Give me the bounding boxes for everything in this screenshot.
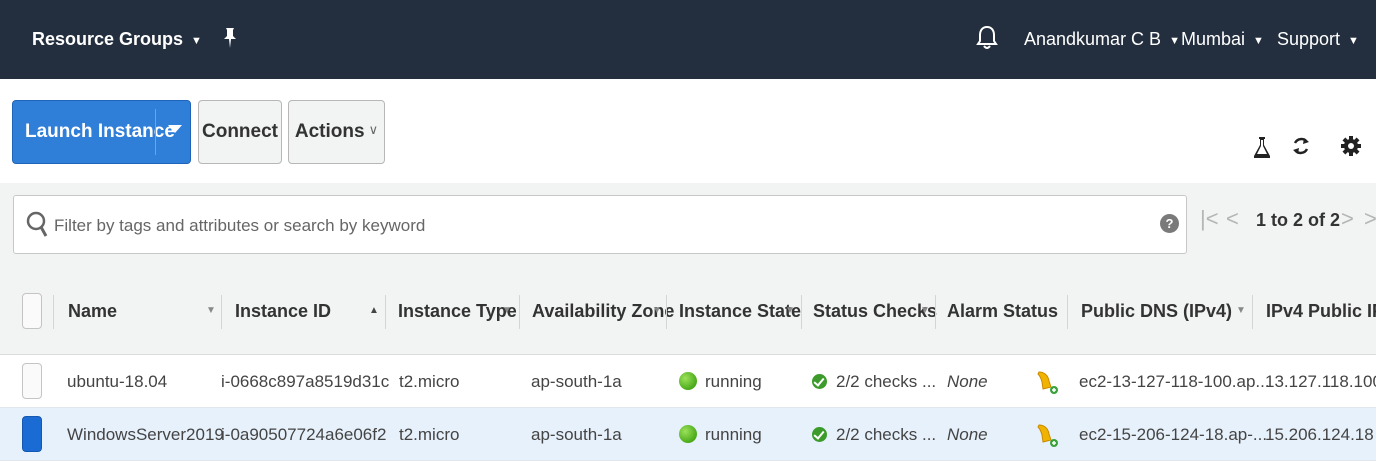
next-page-icon[interactable]: > [1341, 206, 1354, 232]
status-checks[interactable]: 2/2 checks ... [836, 408, 936, 461]
connect-button[interactable]: Connect [198, 100, 282, 164]
select-all-checkbox[interactable] [22, 293, 42, 329]
sort-icon[interactable]: ▼ [502, 267, 512, 355]
chevron-down-icon: ▼ [1169, 35, 1180, 47]
search-icon [26, 211, 48, 237]
instance-type: t2.micro [399, 372, 460, 391]
actions-button[interactable]: Actions ∨ [288, 100, 385, 164]
column-header-alarm-status[interactable]: Alarm Status [947, 267, 1058, 355]
flask-icon[interactable] [1252, 135, 1274, 159]
column-header-instance-id[interactable]: Instance ID [235, 267, 331, 355]
alarm-status: None [947, 425, 988, 444]
bell-icon[interactable] [976, 0, 998, 79]
column-header-ipv4-public-ip[interactable]: IPv4 Public IP [1266, 267, 1376, 355]
instances-table: Name ▼ Instance ID ▲ Instance Type ▼ Ava… [0, 267, 1376, 461]
instance-id: i-0a90507724a6e06f2 [221, 425, 387, 444]
column-header-status-checks[interactable]: Status Checks [813, 267, 937, 355]
alarm-status: None [947, 372, 988, 391]
column-header-instance-type[interactable]: Instance Type [398, 267, 517, 355]
table-row-selected[interactable]: WindowsServer2019 i-0a90507724a6e06f2 t2… [0, 408, 1376, 461]
support-label: Support [1277, 29, 1341, 49]
public-ip: 13.127.118.100 [1265, 372, 1376, 391]
chevron-down-icon: ▼ [191, 35, 202, 47]
column-header-instance-state[interactable]: Instance State [679, 267, 801, 355]
column-header-public-dns[interactable]: Public DNS (IPv4) [1081, 267, 1232, 355]
gear-icon[interactable] [1340, 135, 1362, 159]
sort-icon[interactable]: ▼ [920, 267, 930, 355]
check-icon [812, 427, 827, 442]
pin-icon[interactable] [222, 0, 238, 79]
instance-type: t2.micro [399, 425, 460, 444]
row-checkbox[interactable] [22, 363, 42, 399]
instance-state: running [705, 425, 762, 444]
user-name: Anandkumar C B [1024, 29, 1162, 49]
sort-icon[interactable]: ▼ [785, 267, 795, 355]
public-dns: ec2-13-127-118-100.ap... [1079, 372, 1270, 391]
availability-zone: ap-south-1a [531, 425, 622, 444]
table-row[interactable]: ubuntu-18.04 i-0668c897a8519d31c t2.micr… [0, 355, 1376, 408]
resource-groups-label: Resource Groups [32, 29, 184, 49]
region-name: Mumbai [1181, 29, 1246, 49]
help-icon[interactable]: ? [1160, 214, 1179, 233]
public-ip: 15.206.124.18 [1265, 425, 1374, 444]
sort-icon[interactable]: ▼ [652, 267, 662, 355]
alarm-bell-icon[interactable] [1036, 422, 1060, 448]
launch-instance-label: Launch Instance [25, 121, 175, 142]
support-menu[interactable]: Support ▼ [1277, 0, 1359, 79]
check-icon [812, 374, 827, 389]
actions-label: Actions [294, 121, 365, 142]
chevron-down-icon: ▼ [1348, 35, 1359, 47]
chevron-down-icon: ▼ [1253, 35, 1264, 47]
pagination-text: 1 to 2 of 2 [1256, 210, 1341, 230]
column-header-name[interactable]: Name [68, 267, 117, 355]
public-dns: ec2-15-206-124-18.ap-... [1079, 425, 1268, 444]
status-checks[interactable]: 2/2 checks ... [836, 355, 936, 408]
instance-state: running [705, 372, 762, 391]
chevron-down-icon: ∨ [368, 122, 379, 137]
launch-dropdown-caret-icon[interactable] [168, 125, 182, 133]
launch-instance-button[interactable]: Launch Instance [12, 100, 191, 164]
status-dot-icon [679, 372, 697, 390]
sort-icon[interactable]: ▼ [206, 267, 216, 355]
status-dot-icon [679, 425, 697, 443]
top-navigation-bar: Resource Groups ▼ Anandkumar C B ▼ Mumbai ▼… [0, 0, 1376, 79]
table-header: Name ▼ Instance ID ▲ Instance Type ▼ Ava… [0, 267, 1376, 355]
availability-zone: ap-south-1a [531, 372, 622, 391]
filter-bar: ? |< < 1 to 2 of 2 > > [0, 183, 1376, 267]
last-page-icon[interactable]: > [1364, 206, 1376, 232]
instance-name: WindowsServer2019 [67, 425, 224, 444]
row-checkbox-checked[interactable] [22, 416, 42, 452]
region-menu[interactable]: Mumbai ▼ [1181, 0, 1264, 79]
alarm-bell-icon[interactable] [1036, 369, 1060, 395]
button-divider [155, 109, 156, 155]
refresh-icon[interactable] [1290, 135, 1312, 159]
search-box [13, 195, 1187, 254]
first-page-icon[interactable]: |< [1200, 206, 1219, 232]
instance-id: i-0668c897a8519d31c [221, 372, 390, 391]
sort-icon[interactable]: ▼ [1236, 267, 1246, 355]
instance-name: ubuntu-18.04 [67, 372, 168, 391]
user-menu[interactable]: Anandkumar C B ▼ [1024, 0, 1180, 79]
sort-ascending-icon[interactable]: ▲ [369, 267, 379, 355]
previous-page-icon[interactable]: < [1226, 206, 1239, 232]
action-toolbar: Launch Instance Connect Actions ∨ [0, 79, 1376, 183]
resource-groups-menu[interactable]: Resource Groups ▼ [32, 0, 202, 79]
search-input[interactable] [52, 208, 1146, 244]
